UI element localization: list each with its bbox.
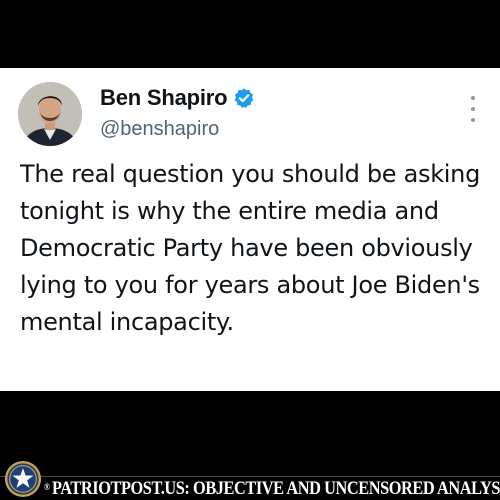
registered-mark: ® [44, 482, 50, 492]
more-dot [471, 118, 475, 122]
tweet-text: The real question you should be asking t… [20, 160, 481, 336]
more-options-icon[interactable] [468, 96, 478, 122]
avatar-portrait [18, 82, 82, 146]
more-dot [471, 96, 475, 100]
author-handle[interactable]: @benshapiro [100, 118, 219, 141]
screenshot-frame: Ben Shapiro @benshapiro The real questio… [0, 0, 500, 500]
star-seal-icon [4, 460, 42, 498]
verified-badge-icon [233, 87, 255, 109]
footer-tagline: ® PATRIOTPOST.US: OBJECTIVE AND UNCENSORE… [44, 478, 500, 500]
author-name-row: Ben Shapiro [100, 84, 255, 112]
footer-divider [0, 476, 500, 477]
tweet-card[interactable]: Ben Shapiro @benshapiro The real questio… [0, 68, 500, 391]
display-name[interactable]: Ben Shapiro [100, 85, 228, 111]
more-dot [471, 107, 475, 111]
footer-tagline-text: PATRIOTPOST.US: OBJECTIVE AND UNCENSORED… [51, 478, 500, 499]
avatar[interactable] [18, 82, 82, 146]
